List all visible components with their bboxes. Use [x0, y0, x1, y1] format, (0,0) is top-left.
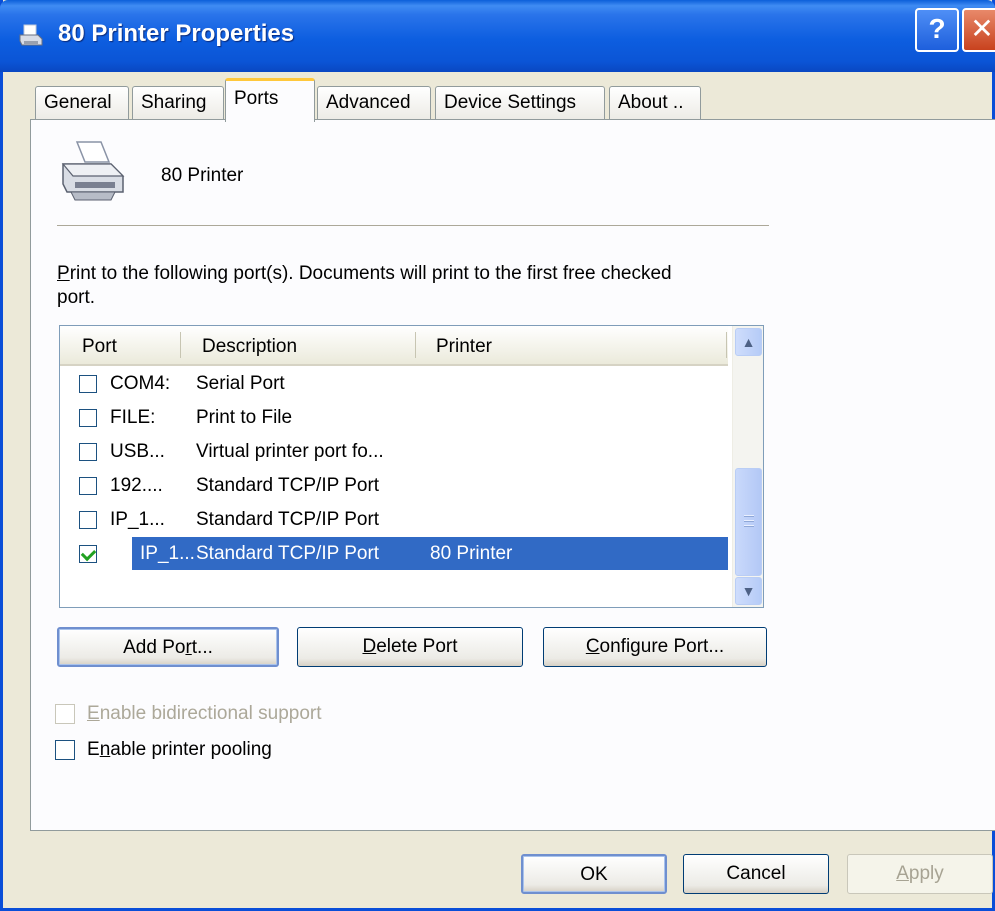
table-row[interactable]: IP_1... Standard TCP/IP Port	[60, 503, 730, 537]
instructions-text: Print to the following port(s). Document…	[57, 262, 697, 310]
port-checkbox-checked[interactable]	[79, 545, 97, 563]
port-checkbox[interactable]	[79, 443, 97, 461]
cell-port: IP_1...	[140, 543, 195, 564]
cell-description: Standard TCP/IP Port	[196, 509, 380, 530]
cell-port: USB...	[110, 441, 165, 462]
pooling-label: Enable printer pooling	[87, 738, 272, 762]
table-row[interactable]: COM4: Serial Port	[60, 367, 730, 401]
table-row[interactable]: USB... Virtual printer port fo...	[60, 435, 730, 469]
delete-port-label: elete Port	[376, 636, 458, 657]
pooling-text-b: able printer pooling	[110, 739, 272, 760]
cancel-button[interactable]: Cancel	[683, 854, 829, 894]
tab-ports[interactable]: Ports	[225, 78, 315, 122]
tab-advanced[interactable]: Advanced	[317, 86, 431, 120]
scroll-thumb[interactable]	[735, 468, 762, 576]
configure-port-mnemonic: C	[585, 636, 600, 657]
checkbox-box[interactable]	[55, 740, 75, 760]
ports-listview[interactable]: Port Description Printer COM4: Serial Po…	[59, 325, 764, 608]
table-row[interactable]: 192.... Standard TCP/IP Port	[60, 469, 730, 503]
port-checkbox[interactable]	[79, 375, 97, 393]
configure-port-button[interactable]: Configure Port...	[543, 627, 767, 667]
pooling-mnemonic: n	[99, 739, 111, 760]
help-button[interactable]: ?	[915, 8, 959, 52]
configure-port-label: onfigure Port...	[599, 636, 725, 657]
cell-description: Virtual printer port fo...	[196, 441, 384, 462]
ok-button[interactable]: OK	[521, 854, 667, 894]
port-checkbox[interactable]	[79, 409, 97, 427]
apply-button[interactable]: Apply	[847, 854, 993, 894]
tab-about[interactable]: About ..	[609, 86, 701, 120]
add-port-button[interactable]: Add Port...	[57, 627, 279, 667]
cell-port: 192....	[110, 475, 163, 496]
grip-line	[744, 515, 754, 517]
title-bar[interactable]: 80 Printer Properties ? ✕	[0, 0, 995, 72]
column-divider[interactable]	[726, 332, 727, 358]
scroll-down-icon[interactable]: ▼	[735, 577, 762, 605]
column-divider[interactable]	[180, 332, 181, 358]
port-checkbox[interactable]	[79, 511, 97, 529]
apply-label: pply	[908, 863, 944, 884]
list-header: Port Description Printer	[60, 326, 728, 366]
table-row[interactable]: FILE: Print to File	[60, 401, 730, 435]
bidirectional-label: Enable bidirectional support	[87, 702, 322, 726]
grip-line	[744, 520, 754, 522]
instructions-body: rint to the following port(s). Documents…	[57, 263, 672, 308]
delete-port-button[interactable]: Delete Port	[297, 627, 523, 667]
printer-icon	[61, 141, 125, 201]
cell-description: Standard TCP/IP Port	[196, 475, 380, 496]
bidirectional-text: nable bidirectional support	[99, 703, 322, 724]
instructions-mnemonic: P	[57, 263, 70, 284]
column-divider[interactable]	[415, 332, 416, 358]
column-port[interactable]: Port	[82, 326, 117, 364]
checkbox-box[interactable]	[55, 704, 75, 724]
separator	[57, 225, 769, 226]
bidirectional-mnemonic: E	[87, 703, 100, 724]
tab-general[interactable]: General	[35, 86, 129, 120]
cell-description: Standard TCP/IP Port	[196, 543, 380, 564]
delete-port-mnemonic: D	[362, 636, 377, 657]
cell-description: Print to File	[196, 407, 293, 428]
cell-port: FILE:	[110, 407, 156, 428]
table-row-selected[interactable]: IP_1... Standard TCP/IP Port 80 Printer	[60, 537, 730, 571]
properties-dialog: 80 Printer Properties ? ✕ General Sharin…	[0, 0, 995, 911]
vertical-scrollbar[interactable]: ▲ ▼	[732, 326, 763, 607]
cell-description: Serial Port	[196, 373, 285, 394]
column-printer[interactable]: Printer	[436, 326, 492, 364]
cell-port: IP_1...	[110, 509, 165, 530]
scroll-up-icon[interactable]: ▲	[735, 328, 762, 356]
apply-mnemonic: A	[896, 863, 909, 884]
grip-line	[744, 525, 754, 527]
close-button[interactable]: ✕	[962, 8, 995, 52]
window-title: 80 Printer Properties	[58, 20, 295, 47]
add-port-label-a: Add Po	[123, 637, 186, 658]
tab-device-settings[interactable]: Device Settings	[435, 86, 605, 120]
add-port-label-b: t...	[191, 637, 213, 658]
pooling-text-a: E	[87, 739, 100, 760]
column-description[interactable]: Description	[202, 326, 297, 364]
printer-name: 80 Printer	[161, 165, 244, 186]
port-checkbox[interactable]	[79, 477, 97, 495]
cell-printer: 80 Printer	[430, 543, 513, 564]
printer-icon	[19, 24, 43, 46]
tab-sharing[interactable]: Sharing	[132, 86, 224, 120]
cell-port: COM4:	[110, 373, 171, 394]
